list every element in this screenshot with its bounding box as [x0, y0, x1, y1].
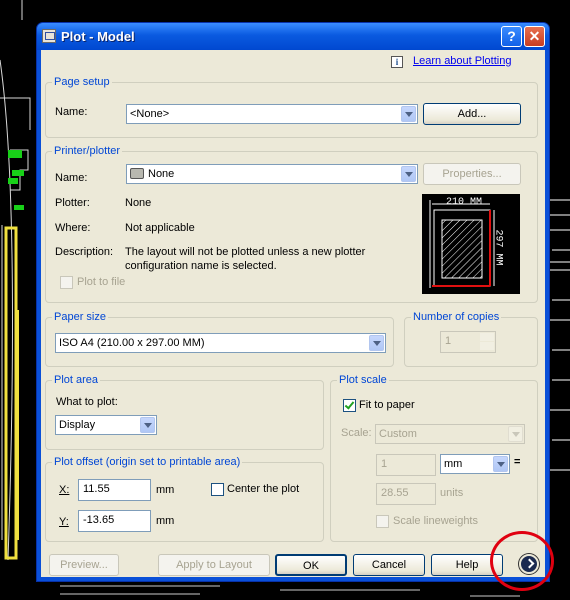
where-label: Where: [55, 222, 91, 234]
chevron-down-icon [493, 456, 508, 472]
copies-group: Number of copies 1 [404, 311, 538, 367]
highlight-circle [490, 531, 554, 591]
paper-size-value: ISO A4 (210.00 x 297.00 MM) [59, 337, 205, 349]
description-line-1: The layout will not be plotted unless a … [125, 246, 366, 258]
printer-plotter-legend: Printer/plotter [52, 145, 123, 157]
page-setup-group: Page setup Name: <None> Add... [45, 76, 538, 138]
paper-height-label: 297 MM [492, 229, 504, 266]
scale-units-label: units [440, 487, 464, 499]
plotter-value: None [125, 197, 152, 209]
close-button[interactable]: ✕ [524, 26, 545, 47]
plot-to-file-label: Plot to file [77, 276, 126, 288]
fit-to-paper-checkbox[interactable] [343, 399, 356, 412]
chevron-down-icon [140, 417, 155, 433]
scale-value2-input[interactable]: 28.55 [376, 483, 436, 505]
center-plot-label: Center the plot [227, 483, 300, 495]
scale-lineweights-label: Scale lineweights [393, 515, 478, 527]
dialog-body: i Learn about Plotting Page setup Name: … [41, 50, 545, 577]
printer-icon [130, 168, 144, 179]
title-help-button[interactable]: ? [501, 26, 522, 47]
paper-preview: 210 MM 297 MM [422, 194, 520, 294]
what-to-plot-select[interactable]: Display [55, 415, 157, 435]
copies-value: 1 [445, 335, 452, 347]
printer-name-select[interactable]: None [126, 164, 418, 184]
scale-value: Custom [379, 428, 417, 440]
scale-equals: = [514, 456, 521, 468]
printer-name-value: None [148, 168, 175, 180]
learn-about-plotting-link[interactable]: Learn about Plotting [413, 55, 511, 67]
offset-x-unit: mm [156, 484, 175, 496]
offset-y-label: Y: [59, 516, 69, 528]
center-plot-checkbox[interactable] [211, 483, 224, 496]
scale-value1-input[interactable]: 1 [376, 454, 436, 476]
offset-y-input[interactable]: -13.65 [78, 510, 151, 532]
ok-button[interactable]: OK [275, 554, 347, 576]
info-icon: i [391, 56, 403, 68]
plot-dialog: Plot - Model ? ✕ i Learn about Plotting … [36, 22, 550, 582]
copies-input[interactable]: 1 [440, 331, 496, 353]
paper-width-label: 210 MM [446, 197, 483, 208]
description-line-2: configuration name is selected. [125, 260, 277, 272]
chevron-down-icon [401, 106, 416, 122]
plot-scale-legend: Plot scale [337, 374, 389, 386]
scale-unit-select[interactable]: mm [440, 454, 510, 474]
offset-y-unit: mm [156, 515, 175, 527]
what-to-plot-value: Display [59, 419, 96, 431]
page-setup-legend: Page setup [52, 76, 112, 88]
offset-x-input[interactable]: 11.55 [78, 479, 151, 501]
offset-x-label: X: [59, 484, 70, 496]
properties-button[interactable]: Properties... [423, 163, 521, 185]
paper-preview-graphic [429, 200, 495, 288]
printer-name-label: Name: [55, 172, 88, 184]
window-title: Plot - Model [61, 29, 135, 44]
app-icon [42, 29, 56, 43]
page-setup-name-label: Name: [55, 106, 88, 118]
description-label: Description: [55, 246, 114, 258]
page-setup-name-select[interactable]: <None> [126, 104, 418, 124]
plot-area-group: Plot area What to plot: Display [45, 374, 324, 450]
plot-scale-group: Plot scale Fit to paper Scale: Custom 1 … [330, 374, 538, 542]
plot-to-file-checkbox[interactable] [60, 276, 73, 289]
cancel-button[interactable]: Cancel [353, 554, 425, 576]
where-value: Not applicable [125, 222, 195, 234]
preview-button[interactable]: Preview... [49, 554, 119, 576]
chevron-down-icon [369, 335, 384, 351]
paper-size-group: Paper size ISO A4 (210.00 x 297.00 MM) [45, 311, 394, 367]
chevron-down-icon [401, 166, 416, 182]
plot-offset-group: Plot offset (origin set to printable are… [45, 456, 324, 542]
what-to-plot-label: What to plot: [56, 396, 118, 408]
plot-area-legend: Plot area [52, 374, 101, 386]
copies-legend: Number of copies [411, 311, 502, 323]
scale-unit-value: mm [444, 458, 463, 470]
title-bar[interactable]: Plot - Model ? ✕ [37, 23, 549, 50]
fit-to-paper-label: Fit to paper [359, 399, 415, 411]
printer-plotter-group: Printer/plotter Name: None Properties...… [45, 145, 538, 303]
spin-down-icon[interactable] [480, 342, 494, 350]
page-setup-name-value: <None> [130, 108, 170, 120]
spin-up-icon[interactable] [480, 333, 494, 341]
chevron-down-icon [508, 426, 523, 442]
scale-lineweights-checkbox[interactable] [376, 515, 389, 528]
scale-label: Scale: [341, 427, 372, 439]
plot-offset-legend: Plot offset (origin set to printable are… [52, 456, 243, 468]
add-page-setup-button[interactable]: Add... [423, 103, 521, 125]
apply-to-layout-button[interactable]: Apply to Layout [158, 554, 270, 576]
plotter-label: Plotter: [55, 197, 90, 209]
paper-size-legend: Paper size [52, 311, 108, 323]
scale-select[interactable]: Custom [375, 424, 525, 444]
paper-size-select[interactable]: ISO A4 (210.00 x 297.00 MM) [55, 333, 386, 353]
